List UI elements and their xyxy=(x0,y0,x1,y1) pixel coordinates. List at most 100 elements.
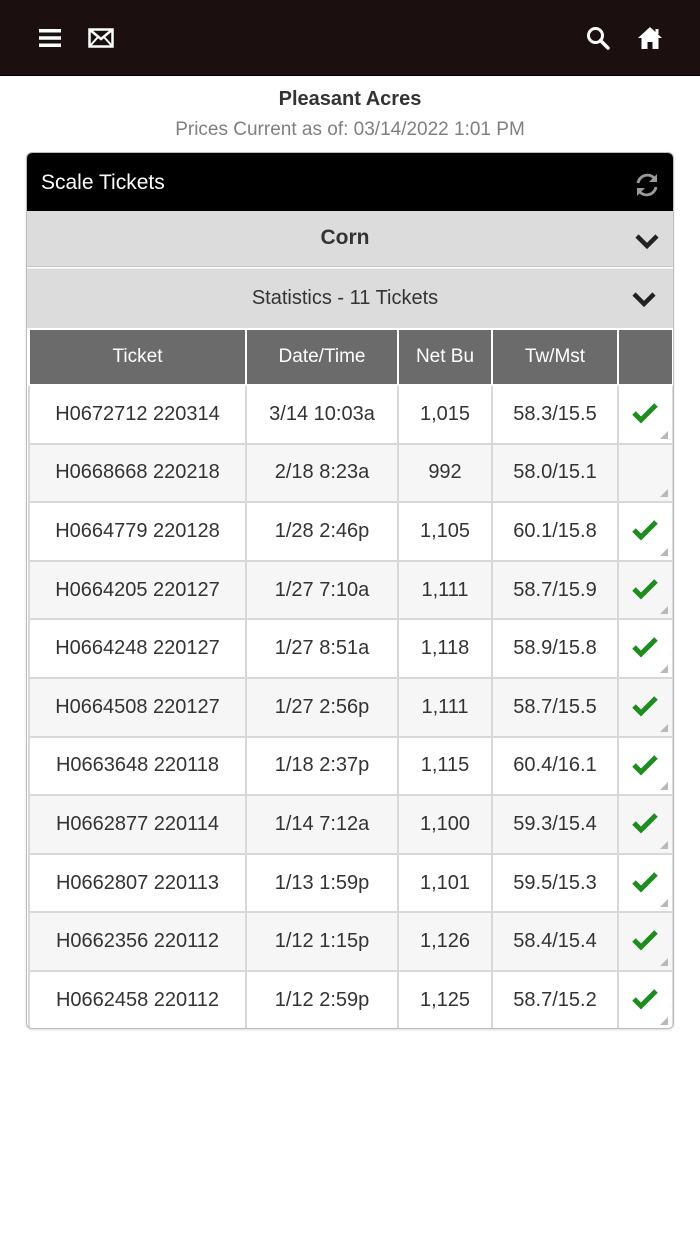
ticket-cell: H0662807 220113 xyxy=(28,852,247,914)
farm-name: Pleasant Acres xyxy=(278,88,422,110)
checkmark-icon xyxy=(632,754,658,776)
column-header-net-bu[interactable]: Net Bu xyxy=(397,328,493,386)
date-time-cell: 3/14 10:03a xyxy=(245,384,399,445)
status-cell[interactable] xyxy=(617,911,673,972)
net-bu-cell: 1,015 xyxy=(397,384,493,445)
date-time-cell: 1/12 1:15p xyxy=(245,911,399,972)
tw-mst-cell: 60.4/16.1 xyxy=(491,735,619,797)
date-time-cell: 1/12 2:59p xyxy=(245,969,399,1028)
crop-label: Corn xyxy=(320,226,370,249)
table-row[interactable]: H0662458 220112 1/12 2:59p 1,125 58.7/15.2 xyxy=(28,969,673,1028)
date-time-cell: 1/27 8:51a xyxy=(245,618,399,679)
status-cell[interactable] xyxy=(617,735,673,797)
net-bu-cell: 1,105 xyxy=(397,501,493,562)
tw-mst-cell: 59.5/15.3 xyxy=(491,852,619,914)
column-header-ticket[interactable]: Ticket xyxy=(28,328,247,386)
ticket-cell: H0668668 220218 xyxy=(28,442,247,504)
chevron-down-icon xyxy=(632,292,656,308)
statistics-label: Statistics - 11 Tickets xyxy=(251,287,439,309)
table-row[interactable]: H0664508 220127 1/27 2:56p 1,111 58.7/15.5 xyxy=(28,676,673,738)
table-row[interactable]: H0664779 220128 1/28 2:46p 1,105 60.1/15.8 xyxy=(28,501,673,562)
expand-corner-icon xyxy=(660,430,668,439)
table-row[interactable]: H0662356 220112 1/12 1:15p 1,126 58.4/15.4 xyxy=(28,911,673,972)
scale-tickets-panel: Scale Tickets Corn Statistics - 11 Ticke… xyxy=(26,152,674,1029)
ticket-cell: H0662356 220112 xyxy=(28,911,247,972)
ticket-cell: H0664508 220127 xyxy=(28,676,247,738)
table-header-row: Ticket Date/Time Net Bu Tw/Mst xyxy=(28,328,673,386)
status-cell[interactable] xyxy=(617,384,673,445)
expand-corner-icon xyxy=(660,664,668,673)
checkmark-icon xyxy=(632,813,658,834)
scale-tickets-table: Ticket Date/Time Net Bu Tw/Mst H0672712 … xyxy=(28,328,673,1028)
mail-button[interactable] xyxy=(81,18,121,58)
table-row[interactable]: H0662877 220114 1/14 7:12a 1,100 59.3/15.4 xyxy=(28,794,673,855)
mail-icon xyxy=(88,28,114,48)
expand-corner-icon xyxy=(660,957,668,966)
checkmark-icon xyxy=(632,637,658,658)
panel-header: Scale Tickets xyxy=(27,153,673,211)
net-bu-cell: 1,126 xyxy=(397,911,493,972)
date-time-cell: 1/27 7:10a xyxy=(245,559,399,621)
status-cell[interactable] xyxy=(617,559,673,621)
column-header-tw-mst[interactable]: Tw/Mst xyxy=(491,328,619,386)
expand-corner-icon xyxy=(660,1016,668,1025)
ticket-cell: H0664248 220127 xyxy=(28,618,247,679)
ticket-cell: H0662877 220114 xyxy=(28,794,247,855)
status-cell[interactable] xyxy=(617,794,673,855)
expand-corner-icon xyxy=(660,606,668,615)
checkmark-icon xyxy=(632,520,658,541)
date-time-cell: 2/18 8:23a xyxy=(245,442,399,504)
ticket-cell: H0672712 220314 xyxy=(28,384,247,445)
column-header-status xyxy=(617,328,673,386)
table-row[interactable]: H0664205 220127 1/27 7:10a 1,111 58.7/15.9 xyxy=(28,559,673,621)
net-bu-cell: 1,118 xyxy=(397,618,493,679)
crop-accordion-corn[interactable]: Corn xyxy=(27,211,673,267)
table-row[interactable]: H0664248 220127 1/27 8:51a 1,118 58.9/15.8 xyxy=(28,618,673,679)
home-icon xyxy=(638,27,662,49)
checkmark-icon xyxy=(632,579,658,600)
expand-corner-icon xyxy=(660,489,668,498)
refresh-icon[interactable] xyxy=(633,171,661,199)
search-button[interactable] xyxy=(578,18,618,58)
date-time-cell: 1/14 7:12a xyxy=(245,794,399,855)
status-cell[interactable] xyxy=(617,442,673,504)
home-button[interactable] xyxy=(630,18,670,58)
menu-icon xyxy=(39,29,61,47)
menu-button[interactable] xyxy=(30,18,70,58)
status-cell[interactable] xyxy=(617,501,673,562)
tw-mst-cell: 58.7/15.2 xyxy=(491,969,619,1028)
table-row[interactable]: H0672712 220314 3/14 10:03a 1,015 58.3/15.5 xyxy=(28,384,673,445)
tw-mst-cell: 58.0/15.1 xyxy=(491,442,619,504)
checkmark-icon xyxy=(632,871,658,893)
expand-corner-icon xyxy=(660,723,668,732)
table-row[interactable]: H0663648 220118 1/18 2:37p 1,115 60.4/16.1 xyxy=(28,735,673,797)
date-time-cell: 1/13 1:59p xyxy=(245,852,399,914)
tw-mst-cell: 58.7/15.9 xyxy=(491,559,619,621)
net-bu-cell: 1,111 xyxy=(397,676,493,738)
date-time-cell: 1/27 2:56p xyxy=(245,676,399,738)
status-cell[interactable] xyxy=(617,618,673,679)
expand-corner-icon xyxy=(660,899,668,908)
net-bu-cell: 1,100 xyxy=(397,794,493,855)
expand-corner-icon xyxy=(660,840,668,849)
net-bu-cell: 992 xyxy=(397,442,493,504)
checkmark-icon xyxy=(632,403,658,424)
date-time-cell: 1/28 2:46p xyxy=(245,501,399,562)
tw-mst-cell: 58.3/15.5 xyxy=(491,384,619,445)
status-cell[interactable] xyxy=(617,852,673,914)
status-cell[interactable] xyxy=(617,676,673,738)
net-bu-cell: 1,101 xyxy=(397,852,493,914)
tw-mst-cell: 58.4/15.4 xyxy=(491,911,619,972)
status-cell[interactable] xyxy=(617,969,673,1028)
ticket-cell: H0663648 220118 xyxy=(28,735,247,797)
tw-mst-cell: 60.1/15.8 xyxy=(491,501,619,562)
ticket-cell: H0662458 220112 xyxy=(28,969,247,1028)
table-row[interactable]: H0668668 220218 2/18 8:23a 992 58.0/15.1 xyxy=(28,442,673,504)
chevron-down-icon xyxy=(635,234,659,250)
table-row[interactable]: H0662807 220113 1/13 1:59p 1,101 59.5/15.3 xyxy=(28,852,673,914)
statistics-accordion[interactable]: Statistics - 11 Tickets xyxy=(27,268,673,328)
ticket-cell: H0664779 220128 xyxy=(28,501,247,562)
column-header-date-time[interactable]: Date/Time xyxy=(245,328,399,386)
expand-corner-icon xyxy=(660,782,668,791)
checkmark-icon xyxy=(632,696,658,717)
